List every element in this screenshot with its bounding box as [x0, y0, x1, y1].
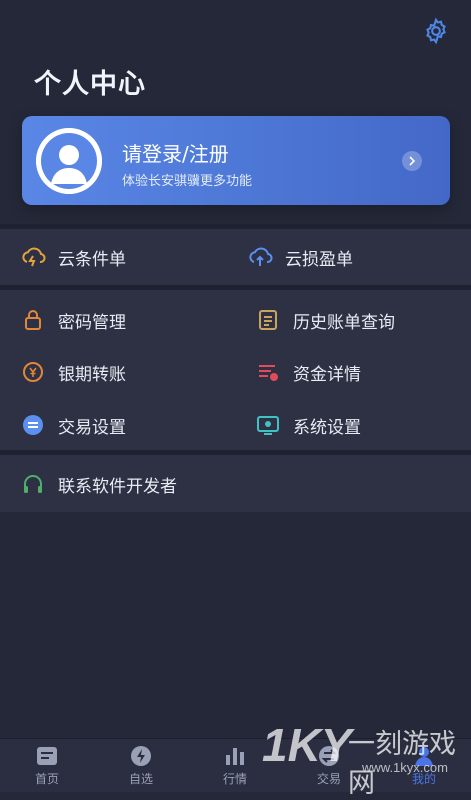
menu-label: 资金详情 [293, 364, 361, 385]
menu-label: 云条件单 [58, 249, 126, 270]
bar-chart-icon [222, 745, 248, 767]
lock-icon [20, 307, 46, 333]
monitor-gear-icon [255, 412, 281, 438]
tab-label: 我的 [411, 771, 436, 786]
tab-watchlist[interactable]: 自选 [94, 739, 188, 792]
person-icon [411, 745, 437, 767]
bottom-tab-bar: 首页 自选 行情 交易 我的 [0, 738, 471, 792]
menu-label: 云损盈单 [285, 249, 353, 270]
menu-contact-developer[interactable]: 联系软件开发者 [20, 466, 177, 502]
tab-trade[interactable]: 交易 [282, 739, 376, 792]
document-icon [255, 307, 281, 333]
menu-password[interactable]: 密码管理 [20, 302, 126, 338]
cloud-lightning-icon [20, 244, 46, 270]
login-title: 请登录/注册 [122, 142, 229, 166]
tab-label: 自选 [128, 771, 153, 786]
menu-label: 系统设置 [293, 417, 361, 438]
page-title: 个人中心 [34, 69, 146, 100]
tab-label: 首页 [34, 771, 59, 786]
home-icon [34, 745, 60, 767]
menu-trade-settings[interactable]: 交易设置 [20, 407, 126, 443]
tab-label: 交易 [316, 771, 341, 786]
tab-mine[interactable]: 我的 [377, 739, 471, 792]
account-section: 密码管理 历史账单查询 银期转账 资金详情 交易设置 系统设置 [0, 290, 471, 450]
menu-system-settings[interactable]: 系统设置 [255, 407, 361, 443]
menu-label: 联系软件开发者 [58, 476, 177, 497]
login-card[interactable]: 请登录/注册 体验长安骐骥更多功能 [22, 116, 450, 205]
yuan-exchange-icon [20, 359, 46, 385]
settings-button[interactable] [421, 16, 451, 46]
menu-label: 密码管理 [58, 312, 126, 333]
cloud-orders-section: 云条件单 云损盈单 [0, 229, 471, 285]
gear-icon [426, 17, 446, 45]
trade-settings-icon [20, 412, 46, 438]
menu-funds[interactable]: 资金详情 [255, 354, 361, 390]
empty-area [0, 512, 471, 738]
lightning-icon [128, 745, 154, 767]
avatar [36, 128, 102, 194]
menu-label: 历史账单查询 [293, 312, 395, 333]
tab-home[interactable]: 首页 [0, 739, 94, 792]
headset-icon [20, 471, 46, 497]
user-icon [36, 128, 102, 194]
chevron-right-icon [402, 151, 422, 171]
menu-cloud-stop-profit[interactable]: 云损盈单 [247, 239, 353, 275]
cloud-upload-icon [247, 244, 273, 270]
menu-history[interactable]: 历史账单查询 [255, 302, 395, 338]
login-subtitle: 体验长安骐骥更多功能 [122, 174, 253, 189]
tab-market[interactable]: 行情 [188, 739, 282, 792]
funds-icon [255, 359, 281, 385]
menu-bank-transfer[interactable]: 银期转账 [20, 354, 126, 390]
menu-label: 交易设置 [58, 417, 126, 438]
menu-label: 银期转账 [58, 364, 126, 385]
menu-cloud-conditional[interactable]: 云条件单 [20, 239, 126, 275]
tab-label: 行情 [222, 771, 247, 786]
contact-section: 联系软件开发者 [0, 455, 471, 512]
exchange-icon [316, 745, 342, 767]
